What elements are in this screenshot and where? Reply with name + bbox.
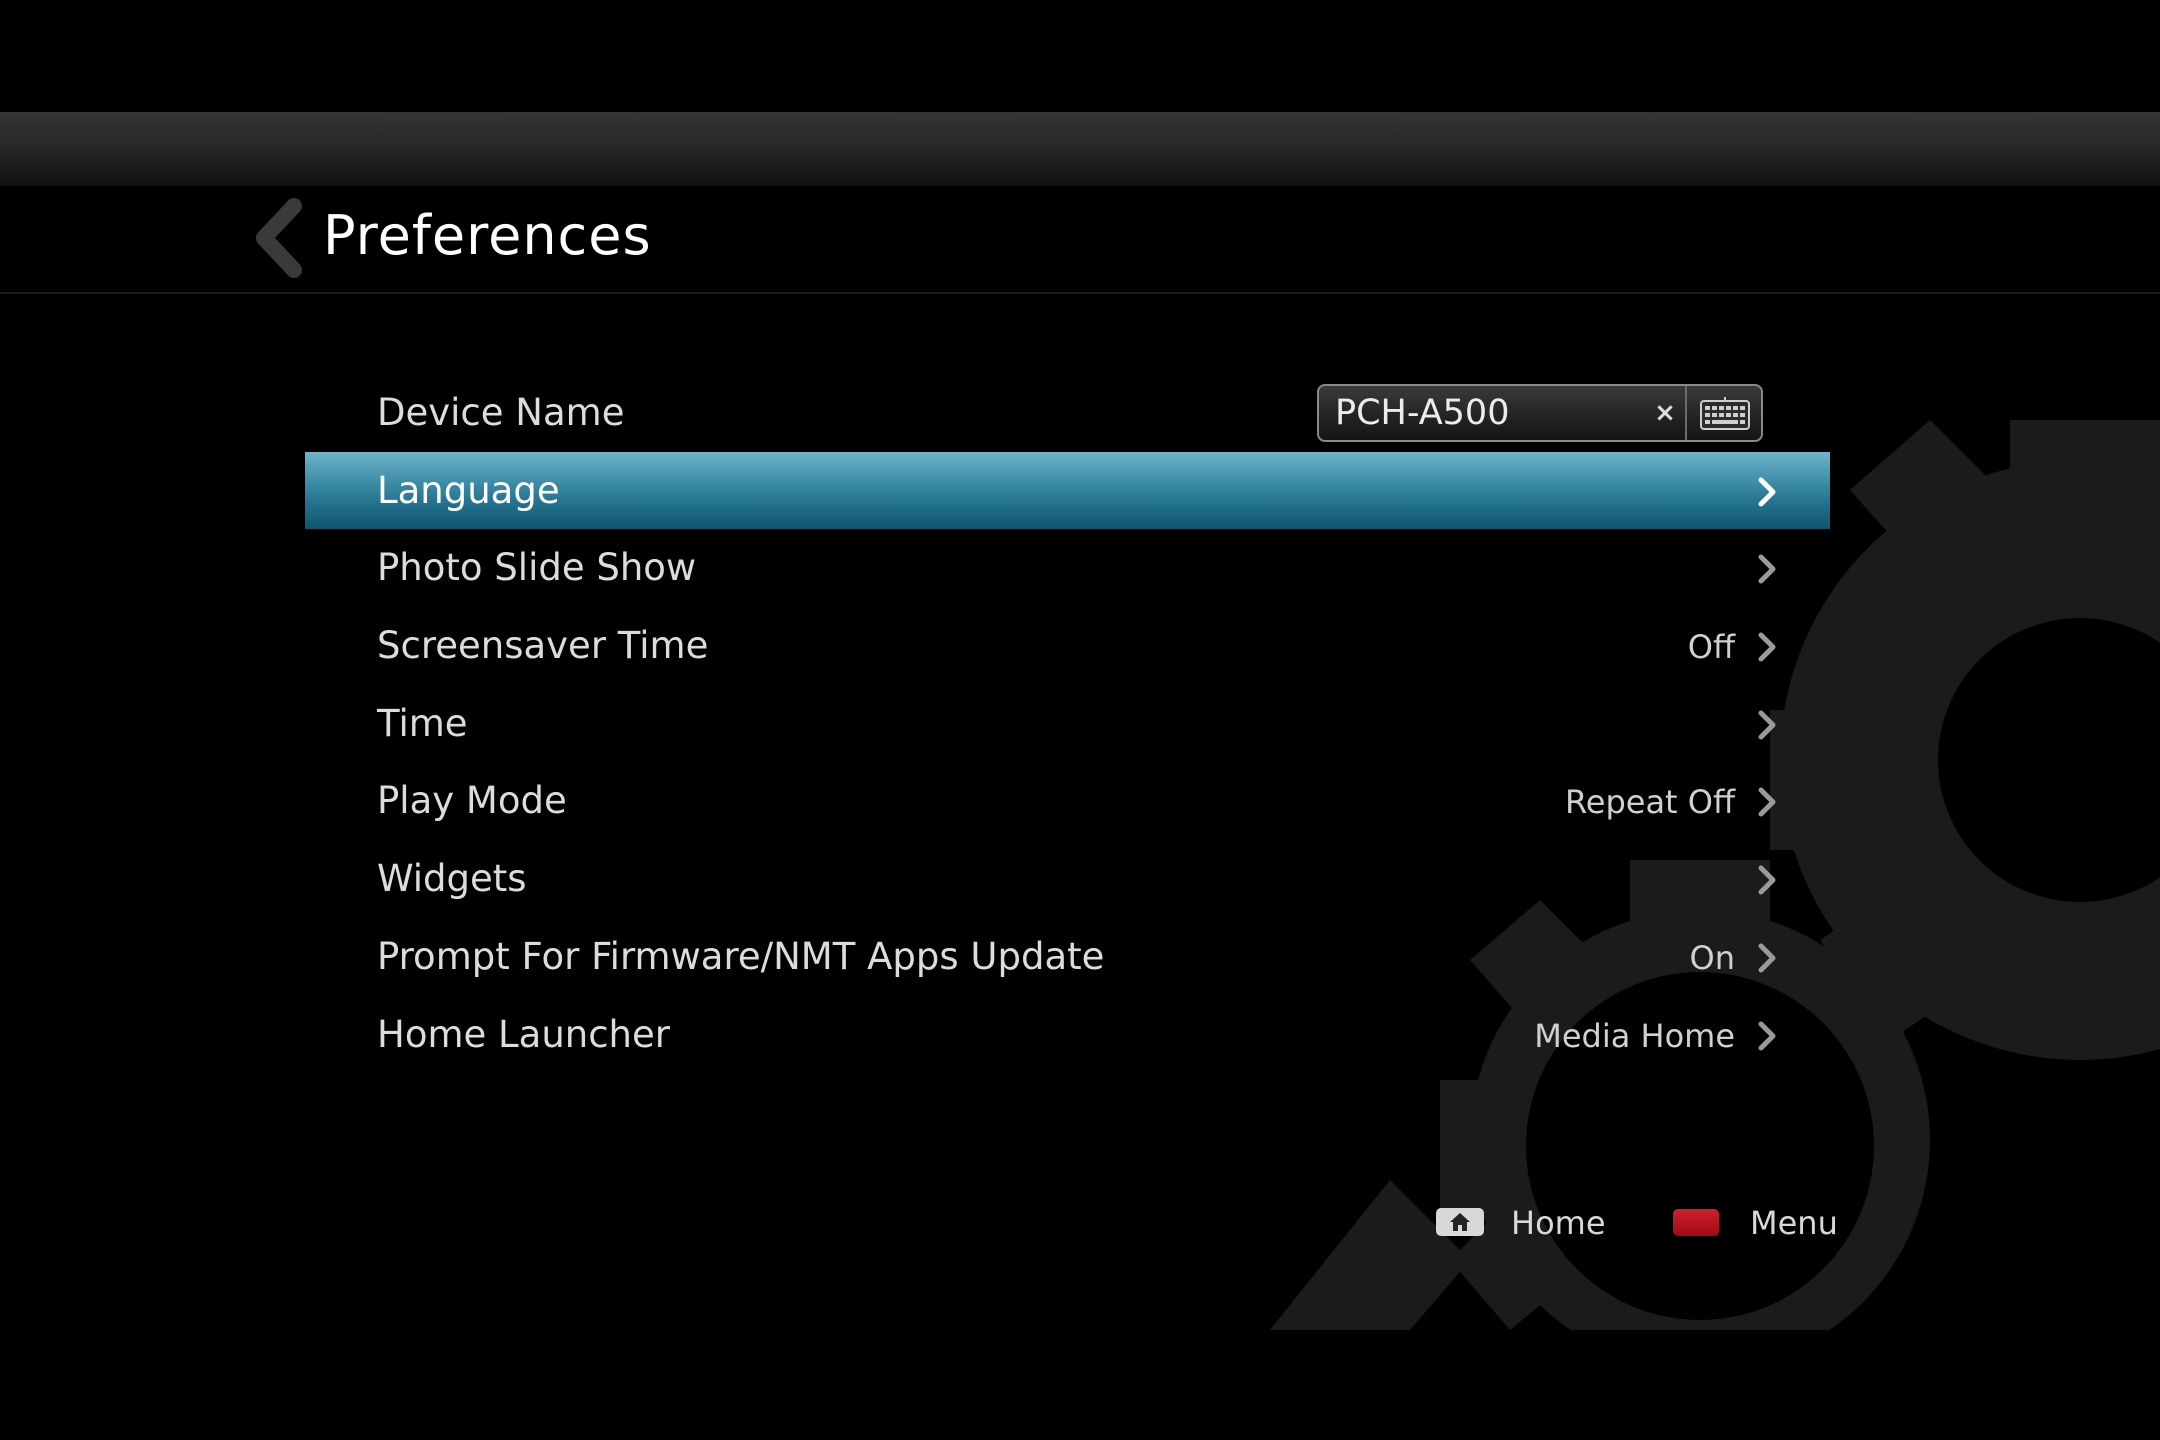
preferences-list: Device Name PCH-A500 × Language Photo Sl… (305, 374, 1830, 1073)
menu-item-value: Media Home (1534, 1016, 1735, 1055)
chevron-right-icon (1758, 632, 1776, 662)
chevron-right-icon (1758, 1021, 1776, 1050)
menu-item-label: Widgets (377, 857, 527, 901)
menu-item-value: On (1689, 938, 1735, 977)
preferences-screen: Preferences Device Name PCH-A500 × Langu… (0, 0, 2160, 1440)
menu-item-value: Off (1687, 628, 1735, 667)
keyboard-button[interactable] (1685, 386, 1761, 440)
menu-item-label: Time (377, 701, 468, 745)
device-name-field[interactable]: PCH-A500 × (1317, 384, 1763, 442)
menu-item-photo-slide-show[interactable]: Photo Slide Show (305, 529, 1830, 607)
device-name-row: Device Name PCH-A500 × (305, 374, 1830, 452)
menu-item-label: Language (377, 468, 560, 512)
keyboard-icon (1700, 397, 1750, 430)
menu-item-label: Home Launcher (377, 1012, 670, 1056)
menu-item-time[interactable]: Time (305, 685, 1830, 763)
home-hint-label: Home (1511, 1204, 1606, 1242)
menu-item-value: Repeat Off (1564, 783, 1735, 822)
clear-icon[interactable]: × (1645, 386, 1685, 440)
chevron-right-icon (1758, 477, 1776, 507)
menu-item-play-mode[interactable]: Play Mode Repeat Off (305, 762, 1830, 840)
page-title: Preferences (323, 204, 652, 267)
chevron-left-icon (256, 198, 302, 278)
chevron-right-icon (1758, 710, 1776, 740)
chevron-right-icon (1758, 787, 1776, 817)
menu-item-label: Play Mode (377, 779, 567, 823)
home-key[interactable] (1436, 1208, 1484, 1236)
menu-key[interactable] (1673, 1209, 1719, 1236)
menu-item-label: Screensaver Time (377, 624, 709, 668)
menu-item-screensaver-time[interactable]: Screensaver Time Off (305, 607, 1830, 685)
menu-item-language[interactable]: Language (305, 451, 1830, 530)
menu-item-label: Prompt For Firmware/NMT Apps Update (377, 934, 1105, 978)
chevron-right-icon (1758, 943, 1776, 973)
home-icon (1450, 1213, 1470, 1231)
menu-item-widgets[interactable]: Widgets (305, 840, 1830, 918)
back-button[interactable] (252, 198, 304, 278)
device-name-label: Device Name (377, 391, 625, 434)
menu-item-home-launcher[interactable]: Home Launcher Media Home (305, 996, 1830, 1074)
page-header: Preferences (0, 186, 2160, 294)
menu-item-prompt-firmware-update[interactable]: Prompt For Firmware/NMT Apps Update On (305, 918, 1830, 996)
top-bar (0, 112, 2160, 186)
chevron-right-icon (1758, 554, 1776, 584)
device-name-value[interactable]: PCH-A500 (1335, 386, 1509, 440)
chevron-right-icon (1758, 865, 1776, 895)
menu-item-label: Photo Slide Show (377, 546, 697, 590)
menu-hint-label: Menu (1750, 1204, 1838, 1242)
